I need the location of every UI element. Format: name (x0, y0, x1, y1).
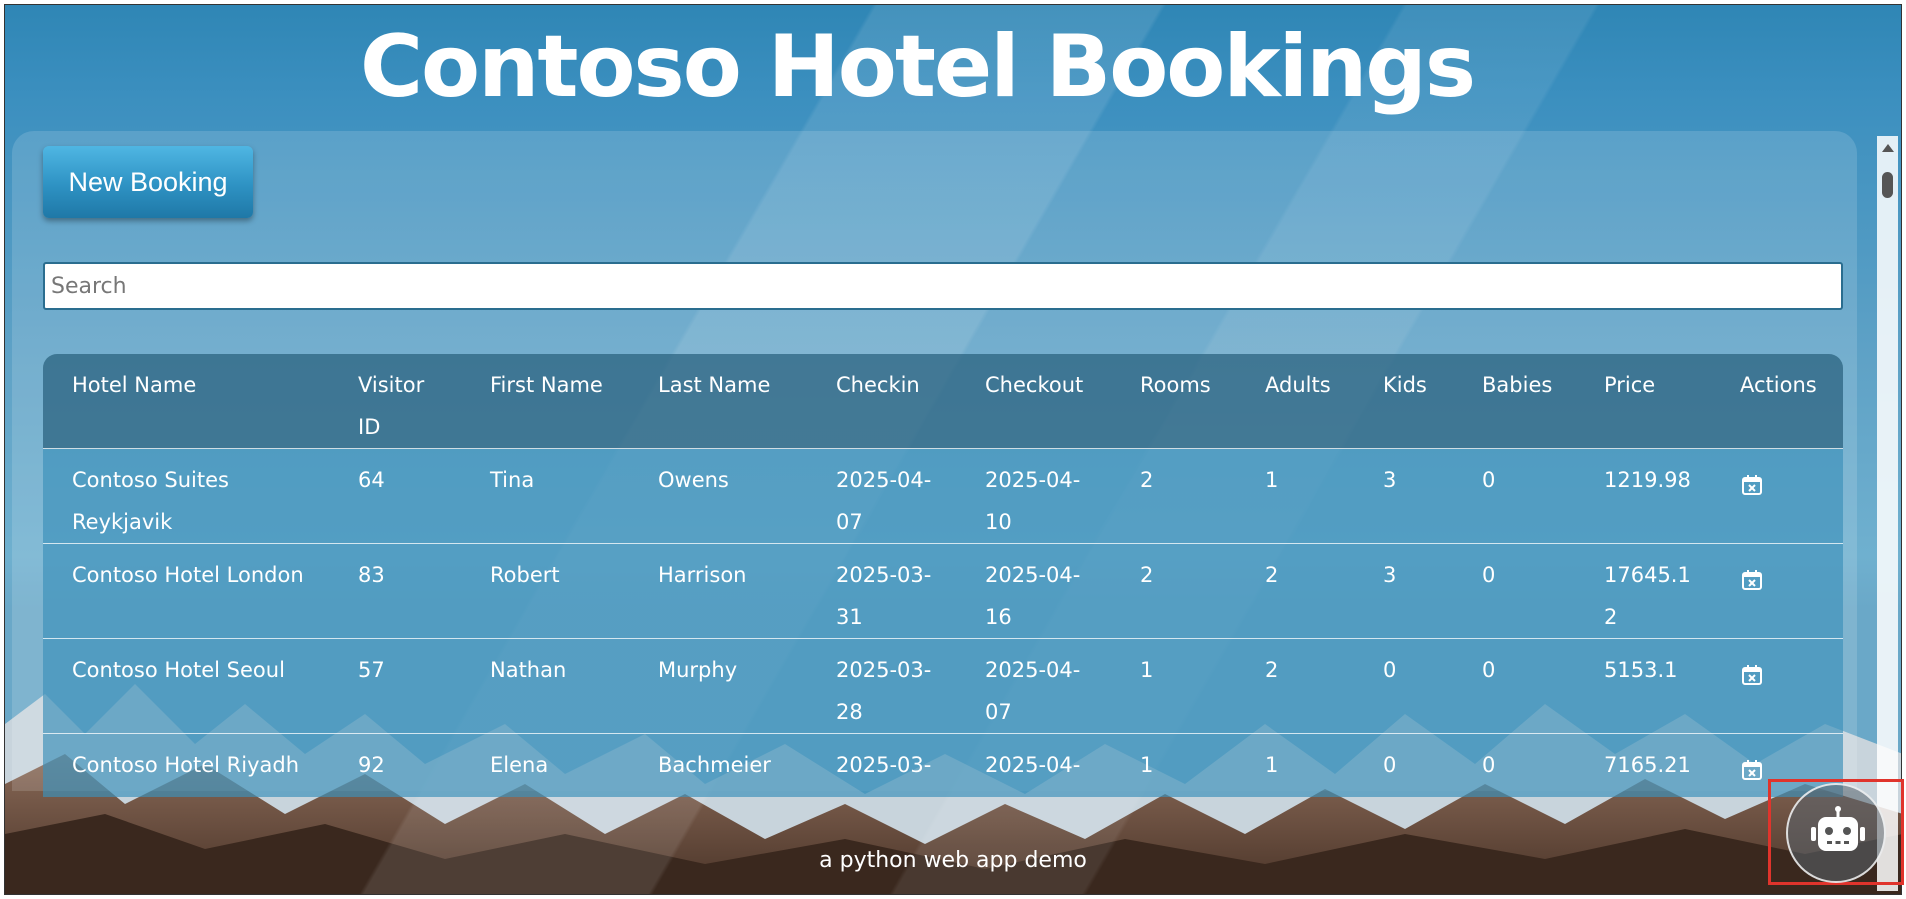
table-row: Contoso Hotel London 83 Robert Harrison … (43, 543, 1843, 639)
column-header-kids[interactable]: Kids (1354, 354, 1453, 449)
cell-adults: 1 (1265, 468, 1279, 492)
cell-visitor-id: 83 (358, 563, 385, 587)
cell-adults: 2 (1265, 658, 1279, 682)
cell-babies: 0 (1482, 468, 1496, 492)
cell-checkout: 2025-04-07 (985, 658, 1081, 724)
cell-checkin: 2025-04-07 (836, 468, 932, 534)
cell-last-name: Bachmeier (658, 753, 771, 777)
page-title: Contoso Hotel Bookings (359, 17, 1476, 117)
cell-actions (1711, 449, 1843, 544)
search-input[interactable] (43, 262, 1843, 310)
cell-kids: 3 (1383, 563, 1397, 587)
column-header-last-name[interactable]: Last Name (629, 354, 807, 449)
cell-last-name: Owens (658, 468, 729, 492)
table-row: Contoso Suites Reykjavik 64 Tina Owens 2… (43, 448, 1843, 544)
column-header-actions: Actions (1740, 373, 1817, 397)
cell-babies: 0 (1482, 658, 1496, 682)
cell-rooms: 2 (1140, 468, 1154, 492)
column-header-adults[interactable]: Adults (1236, 354, 1354, 449)
cell-babies: 0 (1482, 563, 1496, 587)
column-header-babies[interactable]: Babies (1453, 354, 1575, 449)
cell-visitor-id: 92 (358, 753, 385, 777)
footer-text: a python web app demo (819, 848, 1087, 873)
page-scrollbar[interactable] (1877, 136, 1898, 891)
column-header-first-name[interactable]: First Name (461, 354, 629, 449)
bookings-table-container: Hotel Name Visitor ID First Name Last Na… (43, 354, 1843, 797)
column-header-visitor-id[interactable]: Visitor ID (329, 354, 461, 449)
chatbot-button[interactable] (1786, 783, 1886, 883)
cell-first-name: Elena (490, 753, 549, 777)
cell-actions (1711, 544, 1843, 639)
cell-rooms: 1 (1140, 753, 1154, 777)
cell-actions (1711, 639, 1843, 734)
cell-kids: 3 (1383, 468, 1397, 492)
scroll-up-arrow-icon[interactable] (1882, 144, 1894, 152)
column-header-checkin[interactable]: Checkin (807, 354, 956, 449)
cell-checkin: 2025-03-26 (836, 753, 932, 797)
column-header-rooms[interactable]: Rooms (1111, 354, 1236, 449)
cell-visitor-id: 64 (358, 468, 385, 492)
scroll-thumb[interactable] (1882, 172, 1893, 198)
column-header-checkout[interactable]: Checkout (956, 354, 1111, 449)
cell-checkout: 2025-04-08 (985, 753, 1081, 797)
cell-visitor-id: 57 (358, 658, 385, 682)
cell-price: 1219.98 (1604, 468, 1691, 492)
column-header-hotel-name[interactable]: Hotel Name (43, 354, 329, 449)
cell-checkin: 2025-03-31 (836, 563, 932, 629)
robot-icon (1811, 806, 1865, 851)
table-row: Contoso Hotel Riyadh 92 Elena Bachmeier … (43, 733, 1843, 797)
cell-first-name: Robert (490, 563, 560, 587)
table-header-row: Hotel Name Visitor ID First Name Last Na… (43, 354, 1843, 449)
calendar-remove-icon[interactable] (1740, 659, 1764, 685)
cell-price: 17645.12 (1604, 563, 1691, 629)
cell-last-name: Harrison (658, 563, 747, 587)
cell-first-name: Tina (490, 468, 535, 492)
cell-adults: 2 (1265, 563, 1279, 587)
cell-hotel-name: Contoso Hotel Seoul (72, 658, 285, 682)
cell-price: 5153.1 (1604, 658, 1678, 682)
cell-kids: 0 (1383, 753, 1397, 777)
cell-checkin: 2025-03-28 (836, 658, 932, 724)
calendar-remove-icon[interactable] (1740, 469, 1764, 495)
new-booking-button[interactable]: New Booking (43, 146, 253, 218)
bookings-table: Hotel Name Visitor ID First Name Last Na… (43, 354, 1843, 797)
cell-hotel-name: Contoso Hotel Riyadh (72, 753, 300, 777)
cell-rooms: 2 (1140, 563, 1154, 587)
cell-rooms: 1 (1140, 658, 1154, 682)
cell-checkout: 2025-04-16 (985, 563, 1081, 629)
cell-last-name: Murphy (658, 658, 738, 682)
cell-hotel-name: Contoso Suites Reykjavik (72, 468, 229, 534)
calendar-remove-icon[interactable] (1740, 754, 1764, 780)
column-header-price[interactable]: Price (1575, 354, 1711, 449)
cell-first-name: Nathan (490, 658, 567, 682)
calendar-remove-icon[interactable] (1740, 564, 1764, 590)
table-row: Contoso Hotel Seoul 57 Nathan Murphy 202… (43, 638, 1843, 734)
cell-kids: 0 (1383, 658, 1397, 682)
cell-checkout: 2025-04-10 (985, 468, 1081, 534)
cell-adults: 1 (1265, 753, 1279, 777)
cell-babies: 0 (1482, 753, 1496, 777)
cell-price: 7165.21 (1604, 753, 1691, 777)
cell-hotel-name: Contoso Hotel London (72, 563, 304, 587)
